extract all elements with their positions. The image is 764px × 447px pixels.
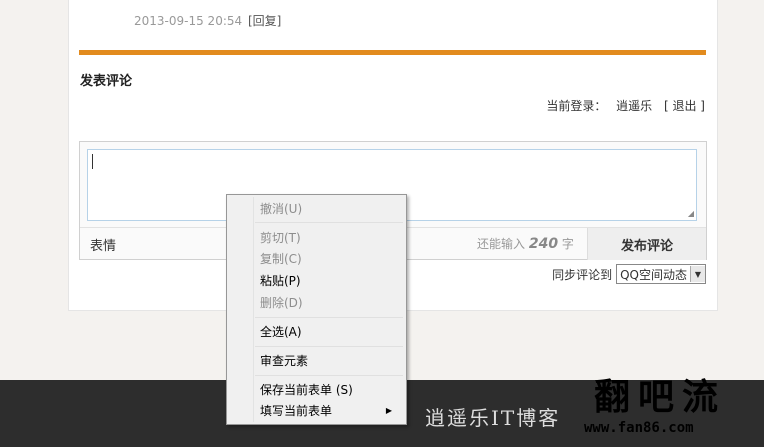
menu-item-delete[interactable]: 删除(D) <box>260 294 400 312</box>
menu-item-cut[interactable]: 剪切(T) <box>260 229 400 247</box>
menu-item-copy[interactable]: 复制(C) <box>260 250 400 268</box>
section-title: 发表评论 <box>80 74 133 89</box>
sync-selected-value: QQ空间动态 <box>620 267 687 282</box>
login-status: 当前登录： 逍遥乐 [ 退出 ] <box>546 97 705 114</box>
submenu-arrow-icon: ▶ <box>385 406 392 415</box>
menu-item-undo[interactable]: 撤消(U) <box>260 200 400 218</box>
emoji-button[interactable]: 表情 <box>90 235 116 254</box>
remaining-count: 240 <box>528 236 559 252</box>
section-divider <box>79 50 706 55</box>
remaining-chars: 还能输入 240 字 <box>477 235 574 252</box>
logout-link[interactable]: [ 退出 ] <box>664 99 705 113</box>
context-menu-gutter <box>253 197 254 422</box>
comment-timestamp: 2013-09-15 20:54 <box>134 14 243 28</box>
previous-comment-meta: 2013-09-15 20:54 [回复] <box>134 12 281 29</box>
context-menu: 撤消(U) 剪切(T) 复制(C) 粘贴(P) 删除(D) 全选(A) 审查元素… <box>226 194 407 425</box>
menu-item-fill-form-label: 填写当前表单 <box>260 404 333 418</box>
menu-item-select-all[interactable]: 全选(A) <box>260 323 400 341</box>
remaining-suffix: 字 <box>561 237 574 251</box>
publish-button[interactable]: 发布评论 <box>587 228 706 260</box>
resize-grip-icon[interactable]: ◢ <box>688 210 694 218</box>
login-user[interactable]: 逍遥乐 <box>616 99 652 113</box>
sync-row: 同步评论到 QQ空间动态 ▼ <box>552 264 706 284</box>
watermark: 翻吧流 www.fan86.com <box>584 368 760 446</box>
sync-select[interactable]: QQ空间动态 ▼ <box>616 264 706 284</box>
menu-separator <box>255 222 403 223</box>
footer-title: 逍遥乐IT博客 <box>425 406 561 430</box>
login-prefix: 当前登录： <box>546 99 607 113</box>
menu-separator <box>255 346 403 347</box>
sync-label: 同步评论到 <box>552 267 613 282</box>
menu-separator <box>255 317 403 318</box>
text-caret <box>92 154 93 169</box>
menu-separator <box>255 375 403 376</box>
chevron-down-icon[interactable]: ▼ <box>690 266 705 282</box>
menu-item-inspect[interactable]: 审查元素 <box>260 352 400 370</box>
reply-link[interactable]: [回复] <box>248 14 281 28</box>
watermark-url: www.fan86.com <box>584 420 694 436</box>
menu-item-fill-form[interactable]: 填写当前表单 ▶ <box>260 402 400 420</box>
watermark-glyphs: 翻吧流 <box>594 376 727 418</box>
menu-item-save-form[interactable]: 保存当前表单 (S) <box>260 381 400 399</box>
remaining-prefix: 还能输入 <box>477 237 526 251</box>
menu-item-paste[interactable]: 粘贴(P) <box>260 272 400 290</box>
